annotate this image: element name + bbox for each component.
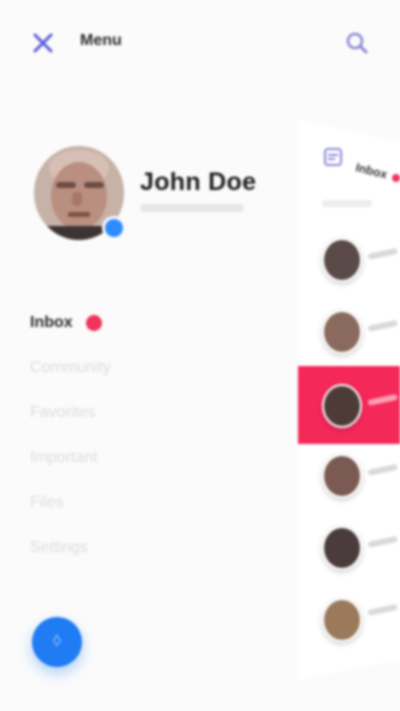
contact-avatar <box>322 310 362 354</box>
message-preview-line <box>367 247 398 260</box>
contact-avatar <box>322 454 362 498</box>
message-preview-line <box>367 463 398 476</box>
contact-avatar <box>322 598 362 642</box>
contact-avatar <box>322 238 362 282</box>
compose-button[interactable]: ◊ <box>32 617 82 667</box>
message-preview-line <box>367 603 398 616</box>
nav-item-favorites[interactable]: Favorites <box>30 404 96 422</box>
message-row-selected[interactable] <box>298 366 400 444</box>
nav-item-inbox[interactable]: Inbox <box>30 314 73 332</box>
message-row[interactable] <box>298 508 400 586</box>
inbox-icon <box>322 146 344 168</box>
page-title: Menu <box>80 32 122 49</box>
nav-item-important[interactable]: Important <box>30 449 98 467</box>
message-preview-line <box>367 393 398 406</box>
nav-item-community[interactable]: Community <box>30 359 111 377</box>
contact-avatar <box>322 384 362 428</box>
message-preview-line <box>367 535 398 548</box>
profile-name: John Doe <box>140 168 257 196</box>
close-icon[interactable] <box>30 30 56 56</box>
inbox-preview-subtitle-placeholder <box>322 200 372 207</box>
online-badge <box>102 216 126 240</box>
nav-item-settings[interactable]: Settings <box>30 539 88 557</box>
top-bar: Menu <box>0 0 400 84</box>
inbox-preview-dot <box>392 174 400 182</box>
message-row[interactable] <box>298 580 400 658</box>
chat-icon: ◊ <box>53 633 61 650</box>
unread-dot <box>86 315 102 331</box>
message-row[interactable] <box>298 290 400 368</box>
contact-avatar <box>322 526 362 570</box>
profile-subtitle-placeholder <box>140 204 244 212</box>
nav-item-files[interactable]: Files <box>30 494 64 512</box>
message-preview-line <box>367 319 398 332</box>
search-icon[interactable] <box>344 30 370 56</box>
message-row[interactable] <box>298 436 400 514</box>
message-row[interactable] <box>298 218 400 296</box>
menu-screen: Menu John Doe Inbox Community Favorites … <box>0 0 400 711</box>
